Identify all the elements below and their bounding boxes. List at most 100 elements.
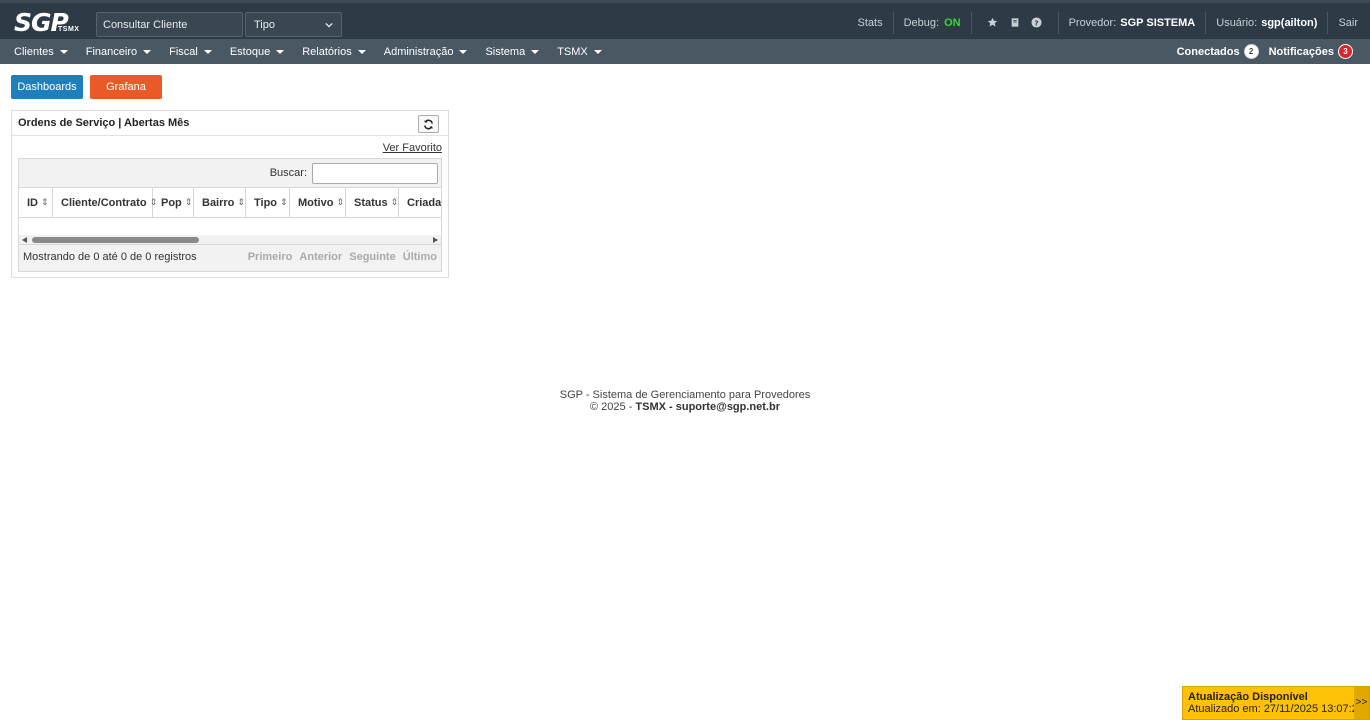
column-header[interactable]: Cliente/Contrato ⇕	[53, 188, 157, 217]
refresh-button[interactable]	[418, 115, 439, 133]
column-label: Bairro	[202, 196, 235, 209]
table-header: ID ⇕ Cliente/Contrato ⇕ Pop ⇕ Bairro ⇕ Tipo ⇕…	[19, 187, 441, 218]
search-label: Buscar:	[269, 167, 307, 179]
client-search-input[interactable]	[96, 12, 243, 37]
sort-icon: ⇕	[390, 197, 399, 207]
table-info: Mostrando de 0 até 0 de 0 registros	[23, 251, 197, 263]
column-label: Status	[354, 196, 388, 209]
menu-financeiro[interactable]: Financeiro	[77, 39, 160, 64]
column-header[interactable]: Status ⇕	[346, 188, 399, 217]
connected-users[interactable]: Conectados 2	[1177, 44, 1259, 59]
scroll-right-icon[interactable]	[433, 237, 438, 243]
notifications[interactable]: Notificações 3	[1269, 44, 1353, 59]
sort-icon: ⇕	[280, 197, 288, 207]
main-menu: Clientes Financeiro Fiscal Estoque Relat…	[0, 39, 1370, 64]
chevron-down-icon	[325, 22, 333, 28]
table-footer: Mostrando de 0 até 0 de 0 registros Prim…	[19, 245, 441, 269]
table-search: Buscar:	[19, 159, 441, 187]
logout-link[interactable]: Sair	[1327, 11, 1370, 34]
grafana-button[interactable]: Grafana	[90, 75, 162, 99]
sort-icon: ⇕	[41, 197, 49, 207]
footer-line2: © 2025 - TSMX - suporte@sgp.net.br	[0, 401, 1370, 413]
column-label: ID	[27, 196, 38, 209]
column-header[interactable]: Tipo ⇕	[246, 188, 290, 217]
update-detail: Atualizado em: 27/11/2025 13:07:24	[1188, 703, 1364, 715]
menu-right: Conectados 2 Notificações 3	[1167, 39, 1353, 64]
bookmark-icon[interactable]	[1008, 16, 1022, 30]
menu-relatorios[interactable]: Relatórios	[293, 39, 375, 64]
sort-icon: ⇕	[184, 197, 193, 207]
tipo-select[interactable]: Tipo	[245, 12, 342, 37]
column-header[interactable]: Criada⇕	[399, 188, 441, 217]
column-header[interactable]: Bairro ⇕	[194, 188, 246, 217]
update-notice[interactable]: Atualização Disponível Atualizado em: 27…	[1182, 686, 1370, 720]
debug-label: Debug:	[903, 16, 940, 29]
menu-label: Financeiro	[85, 45, 138, 58]
caret-down-icon	[459, 49, 468, 54]
help-icon[interactable]: ?	[1030, 16, 1044, 30]
logo[interactable]: SGP TSMX	[14, 8, 84, 37]
service-orders-panel: Ordens de Serviço | Abertas Mês Ver Favo…	[11, 110, 449, 278]
debug-status: ON	[944, 16, 961, 29]
header-right: Stats Debug: ON ? Provedor: SGP SISTEMA …	[848, 3, 1370, 42]
favorite-link[interactable]: Ver Favorito	[383, 142, 442, 154]
connected-badge: 2	[1243, 44, 1259, 59]
menu-estoque[interactable]: Estoque	[221, 39, 293, 64]
notifications-label: Notificações	[1268, 45, 1334, 58]
connected-label: Conectados	[1176, 45, 1240, 58]
provider-name: SGP SISTEMA	[1120, 16, 1196, 29]
caret-down-icon	[203, 49, 212, 54]
column-label: Tipo	[254, 196, 278, 209]
scroll-left-icon[interactable]	[22, 237, 27, 243]
user-info[interactable]: Usuário: sgp(ailton)	[1205, 11, 1327, 34]
menu-fiscal[interactable]: Fiscal	[160, 39, 221, 64]
column-header[interactable]: ID ⇕	[19, 188, 53, 217]
star-icon[interactable]	[986, 16, 1000, 30]
caret-down-icon	[531, 49, 540, 54]
svg-text:?: ?	[1034, 18, 1038, 27]
menu-label: Administração	[383, 45, 454, 58]
panel-header: Ordens de Serviço | Abertas Mês	[12, 111, 448, 136]
column-header[interactable]: Motivo ⇕	[290, 188, 346, 217]
table-search-input[interactable]	[312, 162, 438, 184]
logo-subtext: TSMX	[58, 26, 80, 33]
sort-icon: ⇕	[336, 197, 344, 207]
menu-label: Sistema	[485, 45, 526, 58]
horizontal-scrollbar[interactable]	[19, 235, 441, 245]
footer-copyright: © 2025 -	[590, 401, 633, 413]
header-icons: ?	[970, 11, 1058, 34]
page-first[interactable]: Primeiro	[248, 251, 293, 263]
update-expand-button[interactable]: >>	[1354, 687, 1369, 719]
menu-label: Estoque	[229, 45, 271, 58]
provider-label: Provedor:	[1068, 16, 1117, 29]
page-last[interactable]: Último	[403, 251, 437, 263]
tipo-select-label: Tipo	[254, 18, 275, 31]
page-footer: SGP - Sistema de Gerenciamento para Prov…	[0, 389, 1370, 413]
menu-clientes[interactable]: Clientes	[0, 39, 77, 64]
dashboards-button[interactable]: Dashboards	[11, 75, 83, 99]
top-header: SGP TSMX Tipo Stats Debug: ON ? Provedor…	[0, 0, 1370, 39]
user-label: Usuário:	[1216, 16, 1258, 29]
column-label: Criada	[407, 196, 441, 209]
scrollbar-thumb[interactable]	[32, 237, 199, 243]
page-previous[interactable]: Anterior	[299, 251, 342, 263]
caret-down-icon	[276, 49, 285, 54]
menu-label: Relatórios	[302, 45, 352, 58]
menu-label: TSMX	[557, 45, 588, 58]
column-label: Motivo	[298, 196, 334, 209]
menu-administracao[interactable]: Administração	[375, 39, 477, 64]
page-next[interactable]: Seguinte	[349, 251, 395, 263]
footer-company[interactable]: TSMX - suporte@sgp.net.br	[635, 401, 780, 413]
update-title: Atualização Disponível	[1188, 691, 1308, 703]
menu-tsmx[interactable]: TSMX	[548, 39, 611, 64]
column-header[interactable]: Pop ⇕	[153, 188, 194, 217]
caret-down-icon	[593, 49, 602, 54]
notifications-badge: 3	[1338, 44, 1353, 59]
footer-line1: SGP - Sistema de Gerenciamento para Prov…	[559, 389, 811, 401]
stats-label: Stats	[857, 16, 883, 29]
debug-toggle[interactable]: Debug: ON	[892, 11, 971, 34]
provider-info: Provedor: SGP SISTEMA	[1057, 11, 1206, 34]
column-label: Cliente/Contrato	[61, 196, 147, 209]
stats-link[interactable]: Stats	[848, 12, 893, 34]
menu-sistema[interactable]: Sistema	[476, 39, 548, 64]
